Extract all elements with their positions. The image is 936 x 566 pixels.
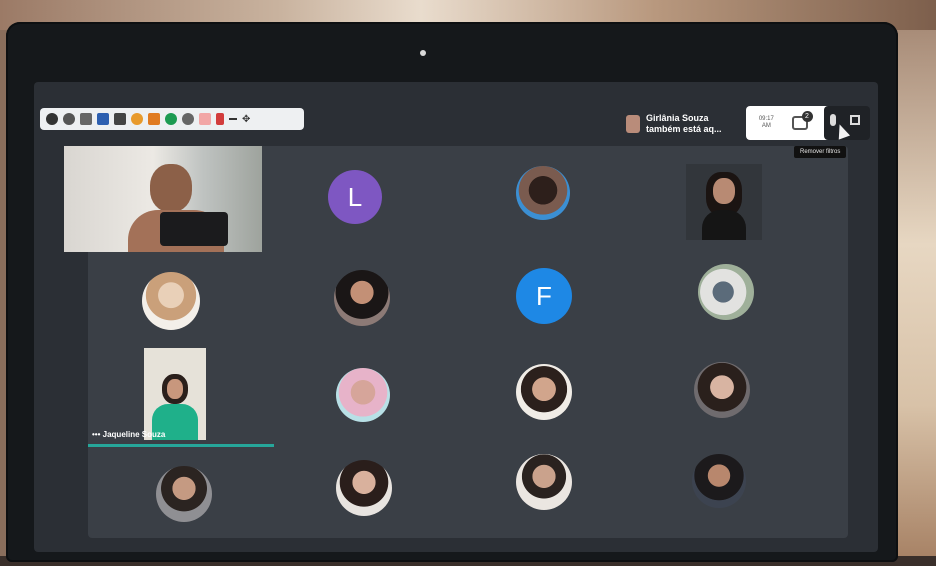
participant-avatar-letter[interactable]: F: [516, 268, 572, 324]
circle-icon[interactable]: [165, 113, 177, 125]
extension-toolbar: ✥: [40, 108, 304, 130]
gear-icon[interactable]: [182, 113, 194, 125]
participant-photo[interactable]: [142, 272, 200, 330]
microphone-icon[interactable]: [830, 114, 836, 126]
notification-message: também está aq...: [646, 124, 722, 134]
info-icon[interactable]: [46, 113, 58, 125]
notification-name: Girlânia Souza: [646, 113, 709, 123]
emoji-icon[interactable]: [131, 113, 143, 125]
participant-photo[interactable]: [692, 454, 746, 508]
chat-badge: 2: [801, 111, 813, 122]
participant-photo[interactable]: [336, 460, 392, 516]
clock-time: 09:17: [758, 116, 774, 122]
participant-photo[interactable]: [694, 362, 750, 418]
filter-icon[interactable]: [850, 115, 860, 125]
participant-photo[interactable]: [516, 166, 570, 220]
active-speaker-tile[interactable]: ••• Jaqueline Souza: [88, 348, 274, 446]
participant-photo[interactable]: [334, 270, 390, 326]
speaker-name: Jaqueline Souza: [102, 430, 166, 439]
clock: 09:17 AM: [759, 116, 774, 130]
camera-dot: [420, 50, 426, 56]
remove-filters-tooltip: Remover filtros: [794, 146, 847, 158]
participant-face: [150, 164, 192, 212]
participant-body: [702, 210, 746, 240]
avatar-letter: F: [536, 280, 552, 311]
participant-video-tile[interactable]: [686, 164, 762, 240]
participant-photo[interactable]: [516, 364, 572, 420]
list-icon[interactable]: [114, 113, 126, 125]
participant-photo[interactable]: [698, 264, 754, 320]
meeting-screen: ✥ Girlânia Souza também está aq... 09:17…: [34, 82, 878, 552]
move-icon[interactable]: ✥: [242, 114, 250, 125]
participant-photo[interactable]: [156, 466, 212, 522]
participant-video-tile[interactable]: [64, 146, 262, 252]
avatar: [626, 115, 640, 133]
shield-icon[interactable]: [63, 113, 75, 125]
participant-photo[interactable]: [516, 454, 572, 510]
participant-face: [167, 379, 183, 399]
minus-icon[interactable]: [229, 118, 237, 120]
laptop-frame: ✥ Girlânia Souza também está aq... 09:17…: [6, 22, 898, 562]
chat-icon[interactable]: 2: [791, 111, 813, 130]
tablet-device: [160, 212, 228, 246]
flag-icon[interactable]: [199, 113, 211, 125]
translate-icon[interactable]: [148, 113, 160, 125]
participant-photo[interactable]: [336, 368, 390, 422]
avatar-letter: L: [347, 181, 363, 212]
record-icon[interactable]: [216, 113, 224, 125]
options-dots[interactable]: •••: [92, 430, 100, 439]
participant-face: [713, 178, 735, 204]
clock-ampm: AM: [761, 123, 771, 129]
join-notification: Girlânia Souza também está aq...: [626, 108, 746, 140]
brush-icon[interactable]: [97, 113, 109, 125]
volume-icon[interactable]: [80, 113, 92, 125]
participant-avatar-letter[interactable]: L: [328, 170, 382, 224]
active-speaker-indicator: [88, 444, 274, 447]
